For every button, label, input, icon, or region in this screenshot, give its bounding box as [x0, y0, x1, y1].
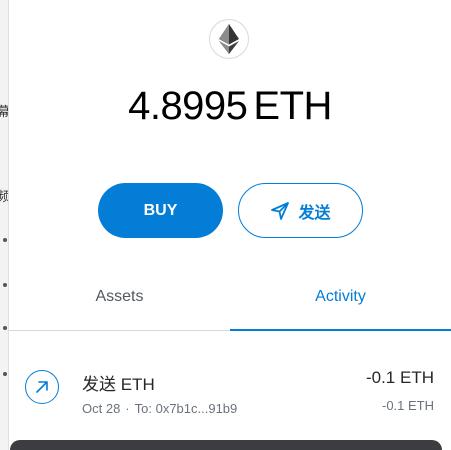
background-bullet	[3, 283, 7, 287]
background-bullet	[3, 238, 7, 242]
transaction-list-item[interactable]: 发送 ETH Oct 28 · To: 0x7b1c...91b9 -0.1 ETH…	[9, 352, 451, 430]
balance-amount: 4.8995	[128, 84, 248, 128]
transaction-amount: -0.1 ETH	[365, 368, 434, 387]
buy-button[interactable]: BUY	[98, 183, 223, 238]
ethereum-icon	[209, 19, 249, 59]
balance-display: 4.8995 ETH	[9, 84, 451, 129]
tab-assets-label: Assets	[95, 288, 144, 305]
background-page-sliver: 幕 频	[0, 0, 9, 450]
transaction-date: Oct 28	[82, 401, 121, 416]
bottom-overlay-bar	[10, 440, 442, 450]
background-text-fragment: 幕	[0, 101, 8, 120]
outgoing-arrow-icon	[25, 370, 59, 404]
buy-button-label: BUY	[143, 201, 178, 219]
background-text-fragment: 频	[0, 186, 8, 205]
transaction-subtitle: Oct 28 · To: 0x7b1c...91b9	[82, 401, 237, 416]
transaction-title: 发送 ETH	[82, 375, 155, 394]
send-arrow-icon	[271, 201, 290, 220]
tab-bar: Assets Activity	[9, 268, 451, 331]
send-button-label: 发送	[298, 204, 331, 222]
tab-activity-label: Activity	[315, 287, 366, 305]
tab-activity[interactable]: Activity	[230, 268, 451, 331]
send-button[interactable]: 发送	[238, 183, 363, 238]
background-bullet	[3, 372, 7, 376]
background-bullet	[3, 326, 7, 330]
tab-assets[interactable]: Assets	[9, 268, 230, 330]
transaction-separator: ·	[125, 401, 130, 416]
transaction-recipient: To: 0x7b1c...91b9	[134, 401, 238, 416]
balance-unit: ETH	[253, 84, 332, 128]
transaction-secondary-amount: -0.1 ETH	[381, 398, 434, 413]
wallet-popup: 4.8995 ETH BUY 发送 Assets Activity 发送 ETH…	[9, 0, 451, 450]
page: 幕 频 4.8995ETH BUY 发送	[0, 0, 451, 450]
